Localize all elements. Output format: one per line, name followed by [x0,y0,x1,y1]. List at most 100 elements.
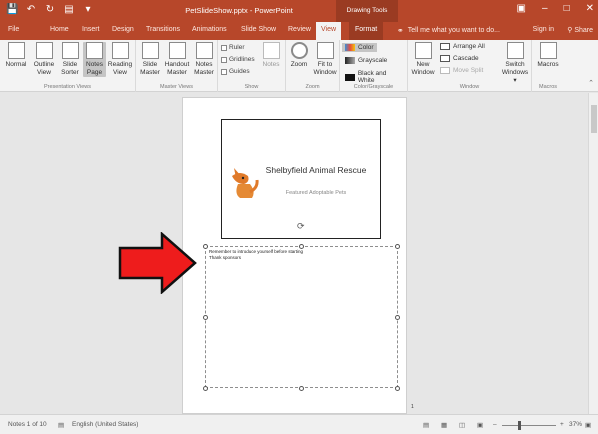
zoom-button[interactable]: Zoom [288,42,310,69]
resize-handle[interactable] [395,315,400,320]
macros-button[interactable]: Macros [534,42,562,69]
resize-handle[interactable] [395,244,400,249]
tab-animations[interactable]: Animations [192,26,227,33]
window-title: PetSlideShow.pptx - PowerPoint [185,6,293,15]
group-master-views: Slide Master Handout Master Notes Master… [136,40,218,92]
slide-title: Shelbyfield Animal Rescue [265,165,367,175]
notes-line: Thank sponsors [209,254,242,260]
zoom-slider-thumb[interactable] [518,421,521,430]
group-presentation-views: Normal Outline View Slide Sorter Notes P… [0,40,136,92]
tab-file[interactable]: File [8,26,19,33]
slide-master-button[interactable]: Slide Master [138,42,162,77]
normal-view-button[interactable]: Normal [4,42,28,69]
ruler-checkbox[interactable]: Ruler [221,44,245,51]
fit-to-window-button[interactable]: Fit to Window [312,42,338,77]
bw-swatch-icon [345,73,355,81]
grayscale-button[interactable]: Grayscale [342,56,390,65]
share-label: Share [574,27,593,34]
rotate-handle-icon[interactable]: ⟳ [297,221,305,232]
resize-handle[interactable] [299,386,304,391]
notes-master-button[interactable]: Notes Master [192,42,216,77]
zoom-level[interactable]: 37% [569,421,582,428]
drawing-tools-label: Drawing Tools [336,0,398,22]
notes-line: Remember to introduce yourself before st… [209,249,304,254]
notes-page-button[interactable]: Notes Page [83,42,106,77]
tell-me-text: Tell me what you want to do... [407,27,500,34]
vertical-scrollbar[interactable] [588,93,598,414]
resize-handle[interactable] [203,315,208,320]
ribbon: Normal Outline View Slide Sorter Notes P… [0,40,598,92]
outline-view-button[interactable]: Outline View [32,42,56,77]
zoom-in-icon[interactable]: + [560,421,564,428]
tab-design[interactable]: Design [112,26,134,33]
notes-toggle-button[interactable]: Notes [260,42,282,69]
tell-me-box[interactable]: ⚭ Tell me what you want to do... [397,26,500,35]
fit-window-icon [316,42,334,59]
page-number: 1 [411,404,414,410]
slide-subtitle: Featured Adoptable Pets [285,190,347,196]
tab-format[interactable]: Format [349,22,384,40]
resize-handle[interactable] [299,244,304,249]
outline-view-icon [35,42,53,59]
gridlines-checkbox[interactable]: Gridlines [221,56,255,63]
close-icon[interactable]: ✕ [586,3,594,14]
black-white-button[interactable]: Black and White [342,69,407,85]
cascade-icon [440,55,450,62]
group-label: Macros [538,84,558,90]
collapse-ribbon-icon[interactable]: ⌃ [588,79,594,87]
guides-checkbox[interactable]: Guides [221,68,250,75]
slide-master-icon [141,42,159,59]
arrange-all-button[interactable]: Arrange All [440,43,485,50]
notes-icon [262,42,280,59]
reading-view-icon [111,42,129,59]
resize-handle[interactable] [203,244,208,249]
color-button[interactable]: Color [342,43,377,52]
resize-handle[interactable] [203,386,208,391]
arrange-all-icon [440,43,450,50]
tab-slide-show[interactable]: Slide Show [241,26,276,33]
new-window-button[interactable]: New Window [410,42,436,77]
slide-sorter-button[interactable]: Slide Sorter [58,42,82,77]
chevron-down-icon: ▾ [513,77,517,84]
normal-view-status-icon[interactable]: ▤ [423,421,429,429]
scroll-thumb[interactable] [591,105,597,133]
group-zoom: Zoom Fit to Window Zoom [286,40,340,92]
reading-view-status-icon[interactable]: ◫ [459,421,465,429]
reading-view-button[interactable]: Reading View [107,42,133,77]
window-controls: ▣ – □ ✕ [517,3,594,14]
fit-slide-icon[interactable]: ▣ [585,421,591,429]
spellcheck-icon[interactable]: ▤ [58,421,64,429]
group-label: Color/Grayscale [353,84,394,90]
language-label[interactable]: English (United States) [72,421,138,428]
tab-transitions[interactable]: Transitions [146,26,180,33]
cascade-button[interactable]: Cascade [440,55,479,62]
grayscale-swatch-icon [345,57,355,64]
ribbon-tabs: File Home Insert Design Transitions Anim… [0,22,598,40]
zoom-out-icon[interactable]: – [493,421,497,428]
tab-view[interactable]: View [316,22,342,40]
lightbulb-icon: ⚭ [397,26,404,35]
checkbox-box [221,68,227,75]
tab-insert[interactable]: Insert [82,26,100,33]
move-split-icon [440,67,450,74]
ribbon-display-icon[interactable]: ▣ [517,3,526,14]
share-button[interactable]: ⚲ Share [567,26,593,34]
macros-icon [539,42,557,59]
slide-sorter-status-icon[interactable]: ▦ [441,421,447,429]
switch-windows-button[interactable]: Switch Windows ▾ [500,42,530,85]
zoom-slider[interactable] [502,425,556,426]
notes-text[interactable]: Remember to introduce yourself before st… [209,249,303,260]
minimize-icon[interactable]: – [542,3,548,14]
color-swatch-icon [345,44,355,51]
new-window-icon [414,42,432,59]
resize-handle[interactable] [395,386,400,391]
slideshow-status-icon[interactable]: ▣ [477,421,483,429]
move-split-button[interactable]: Move Split [440,67,483,74]
sign-in-link[interactable]: Sign in [533,26,554,33]
handout-master-button[interactable]: Handout Master [163,42,191,77]
maximize-icon[interactable]: □ [564,3,570,14]
tab-home[interactable]: Home [50,26,69,33]
tab-review[interactable]: Review [288,26,311,33]
notes-placeholder[interactable] [205,246,398,388]
notes-page-icon [86,42,103,59]
